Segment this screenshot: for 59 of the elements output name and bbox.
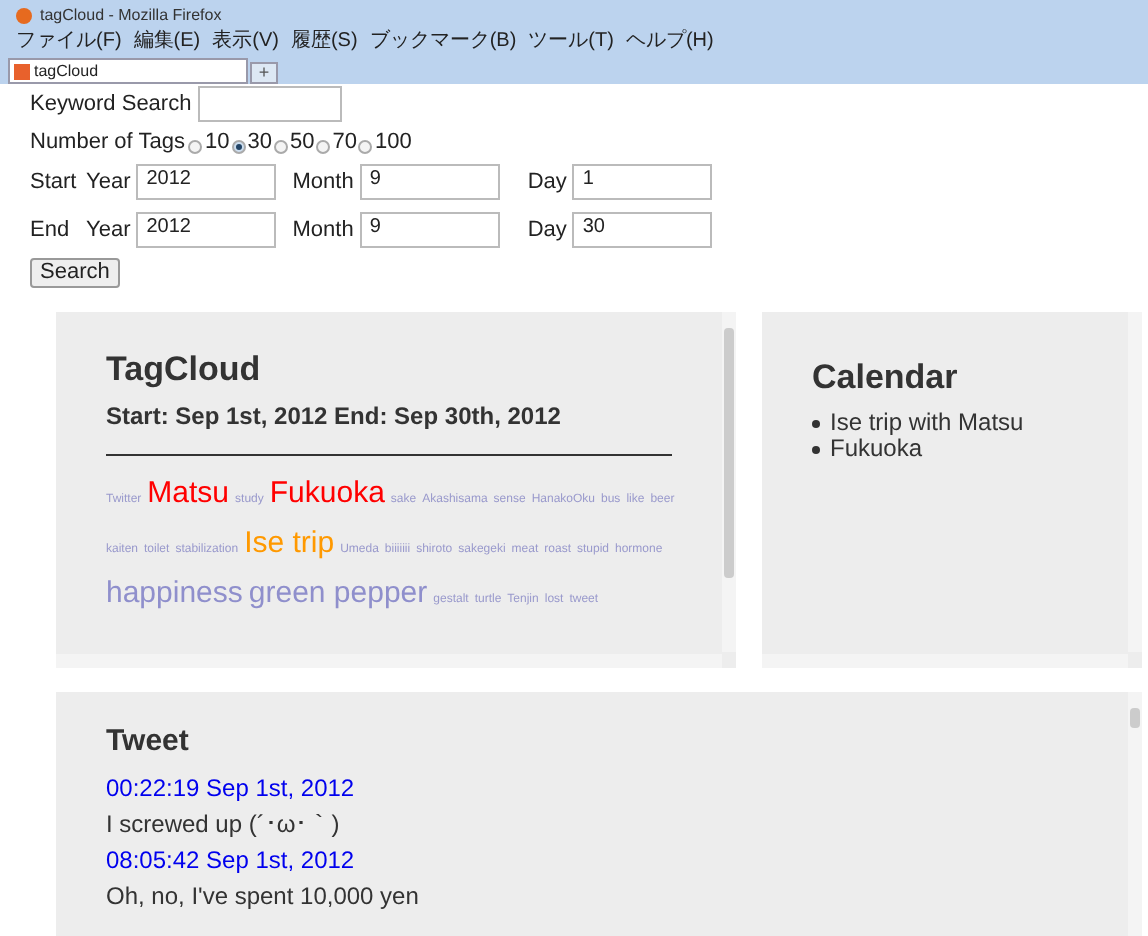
tweet-time: 00:22:19 Sep 1st, 2012 [106, 772, 357, 806]
row-label: Start [30, 167, 79, 198]
text-field[interactable]: 9 [359, 212, 500, 248]
field-label: Year [86, 215, 131, 246]
bullet-icon [812, 445, 820, 453]
field-label: Month [292, 167, 354, 198]
text-field[interactable]: 30 [572, 212, 713, 248]
tweet-text: I screwed up (´･ω･｀) [106, 808, 342, 842]
menu-item[interactable]: ブックマーク(B) [369, 32, 517, 52]
text-field[interactable]: 2012 [136, 212, 277, 248]
panel-title: Calendar [812, 355, 960, 399]
keyword-search-field[interactable] [197, 86, 342, 122]
menu-item[interactable]: 編集(E) [133, 32, 201, 52]
radio-button[interactable] [273, 139, 288, 153]
menu-item[interactable]: ヘルプ(H) [625, 32, 714, 52]
tag-link[interactable]: Fukuoka [269, 472, 385, 514]
text-field[interactable]: 9 [359, 164, 500, 200]
row-label: End [30, 215, 72, 246]
panel-title: Tweet [106, 721, 191, 761]
tweet-text: Oh, no, I've spent 10,000 yen [106, 880, 421, 914]
menu-item[interactable]: 履歴(S) [290, 32, 358, 52]
tag-link[interactable]: Matsu [147, 472, 230, 514]
radio-label: 30 [247, 127, 272, 158]
firefox-icon [16, 8, 32, 24]
tweet-time: 08:05:42 Sep 1st, 2012 [106, 844, 357, 878]
menu-item[interactable]: ファイル(F) [16, 32, 122, 52]
tag-link[interactable]: Ise trip [244, 522, 335, 564]
menu-item[interactable]: ツール(T) [528, 32, 614, 52]
vertical-scrollbar[interactable] [1128, 691, 1142, 936]
window-title: tagCloud - Mozilla Firefox [40, 4, 222, 28]
new-tab-button[interactable]: + [250, 62, 278, 84]
bullet-icon [812, 419, 820, 427]
calendar-item: Ise trip with Matsu [830, 410, 1024, 436]
tag-link[interactable]: green pepper [248, 572, 428, 614]
text-field[interactable]: 2012 [136, 164, 277, 200]
tab[interactable]: tagCloud [8, 58, 248, 84]
radio-label: 10 [204, 127, 230, 158]
panel-title: TagCloud [106, 347, 263, 392]
field-label: Day [527, 167, 567, 198]
field-label: Keyword Search [30, 89, 192, 120]
page-icon [14, 63, 30, 79]
field-label: Number of Tags [30, 127, 185, 158]
tag-link[interactable]: happiness [106, 572, 243, 614]
radio-label: 50 [289, 127, 315, 158]
radio-button[interactable] [358, 139, 373, 153]
vertical-scrollbar[interactable] [722, 311, 736, 651]
menu-item[interactable]: 表示(V) [212, 32, 279, 52]
radio-label: 100 [374, 127, 412, 158]
field-label: Year [86, 167, 131, 198]
search-button[interactable]: Search [30, 258, 120, 288]
radio-button[interactable] [316, 139, 331, 153]
radio-button[interactable] [231, 139, 246, 153]
field-label: Day [527, 215, 567, 246]
field-label: Month [292, 215, 354, 246]
calendar-item: Fukuoka [830, 436, 923, 462]
text-field[interactable]: 1 [572, 164, 713, 200]
date-range-text: Start: Sep 1st, 2012 End: Sep 30th, 2012 [106, 400, 563, 434]
radio-label: 70 [332, 127, 357, 158]
radio-button[interactable] [188, 139, 203, 153]
